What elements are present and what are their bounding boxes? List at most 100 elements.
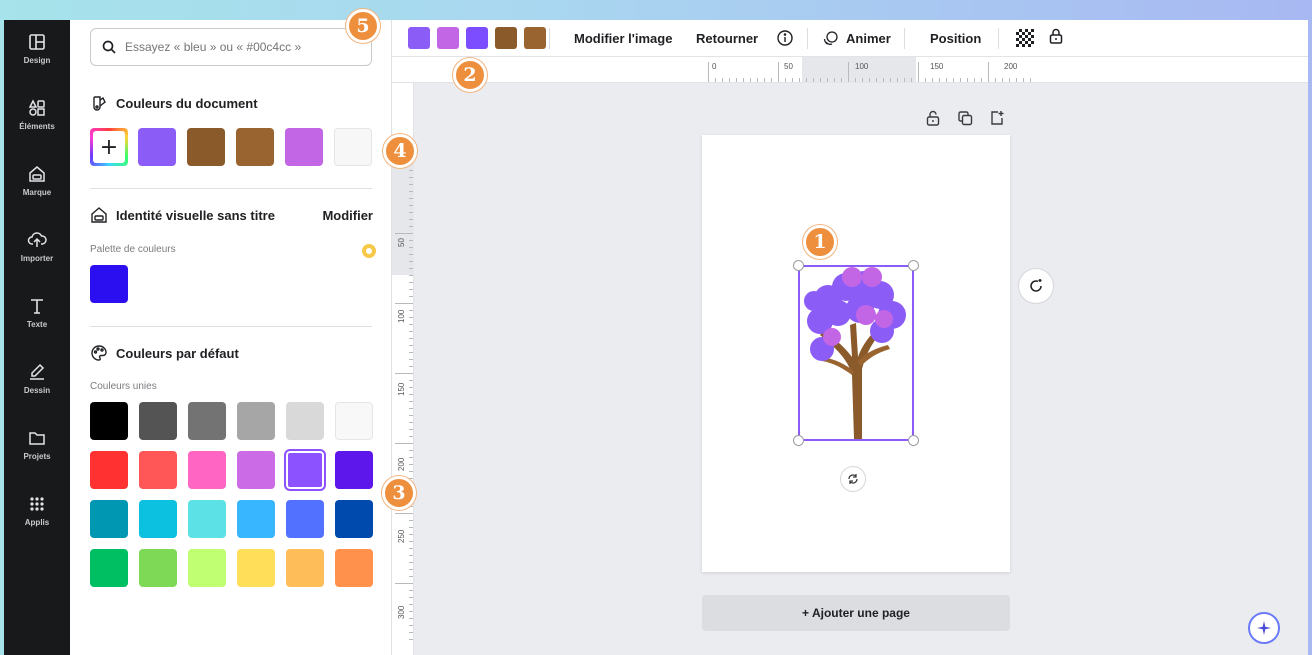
color-swatch[interactable] [138,128,176,166]
ruler-label: 100 [397,309,406,323]
ruler-tick [806,78,807,82]
color-swatch[interactable] [90,265,128,303]
unlock-icon[interactable] [924,109,942,127]
color-search[interactable] [90,28,372,66]
rail-item-upload[interactable]: Importer [4,218,70,274]
ai-edit-button[interactable] [1018,268,1054,304]
ruler-tick [395,513,413,514]
ruler-tick [409,268,413,269]
resize-handle[interactable] [908,435,919,446]
transparency-icon[interactable] [1016,29,1034,47]
ruler-tick [409,205,413,206]
color-swatch[interactable] [335,402,373,440]
divider [807,28,808,49]
ruler-tick [409,219,413,220]
ruler-tick [409,618,413,619]
resize-handle[interactable] [793,435,804,446]
ruler-tick [409,261,413,262]
ruler-label: 150 [397,382,406,396]
color-swatch[interactable] [90,500,128,538]
resize-handle[interactable] [908,260,919,271]
ruler-tick [409,527,413,528]
brand-modify-link[interactable]: Modifier [322,208,373,223]
toolbar-color-swatch[interactable] [437,27,459,49]
ruler-tick [827,78,828,82]
color-swatch[interactable] [237,451,275,489]
info-icon[interactable] [776,29,794,47]
ruler-tick [409,569,413,570]
ruler-tick [409,415,413,416]
animate-icon [823,31,838,45]
color-swatch[interactable] [139,402,177,440]
rail-item-draw[interactable]: Dessin [4,350,70,406]
ruler-label: 250 [397,529,406,543]
color-swatch[interactable] [90,549,128,587]
toolbar-color-swatch[interactable] [524,27,546,49]
ruler-label: 100 [855,62,869,71]
lock-icon[interactable] [1047,27,1065,45]
color-swatch[interactable] [286,500,324,538]
rail-item-label: Design [23,55,51,65]
folder-icon [29,431,45,445]
doc-colors-label: Couleurs du document [116,95,258,111]
color-swatch[interactable] [335,549,373,587]
color-swatch[interactable] [187,128,225,166]
add-page-button[interactable]: + Ajouter une page [702,595,1010,631]
ruler-tick [799,78,800,82]
color-swatch[interactable] [90,402,128,440]
color-swatch[interactable] [188,500,226,538]
duplicate-icon[interactable] [956,109,974,127]
color-swatch[interactable] [237,549,275,587]
ruler-tick [715,78,716,82]
rail-item-design[interactable]: Design [4,20,70,76]
ruler-tick [764,78,765,82]
color-swatch[interactable] [335,451,373,489]
ruler-tick [409,191,413,192]
rail-item-projects[interactable]: Projets [4,416,70,472]
toolbar-color-swatch[interactable] [408,27,430,49]
color-swatch[interactable] [90,451,128,489]
color-swatch[interactable] [286,402,324,440]
color-swatch[interactable] [188,451,226,489]
toolbar-color-swatch[interactable] [495,27,517,49]
color-swatch[interactable] [285,128,323,166]
magic-assistant-button[interactable] [1248,612,1280,644]
tree-image[interactable] [798,265,914,441]
add-page-icon[interactable] [988,109,1006,127]
rail-item-apps[interactable]: Applis [4,482,70,538]
position-button[interactable]: Position [930,20,981,57]
rotate-icon [848,474,858,484]
color-swatch[interactable] [139,549,177,587]
color-swatch[interactable] [335,500,373,538]
search-input[interactable] [125,40,365,54]
resize-handle[interactable] [793,260,804,271]
rotate-handle[interactable] [840,466,866,492]
color-swatch[interactable] [334,128,372,166]
app-window: Design Éléments Marque Importer Texte De… [4,20,1308,655]
color-swatch[interactable] [139,500,177,538]
add-color-button[interactable]: + [90,128,128,166]
flip-button[interactable]: Retourner [696,20,758,57]
vertical-ruler: 50 100 150 200 250 300 [392,83,414,655]
animate-button[interactable]: Animer [846,20,891,57]
ruler-tick [409,310,413,311]
color-swatch[interactable] [286,549,324,587]
rail-item-text[interactable]: Texte [4,284,70,340]
color-swatch[interactable] [237,402,275,440]
top-toolbar: Modifier l'image Retourner Animer Positi… [392,20,1308,57]
ruler-tick [820,78,821,82]
color-swatch[interactable] [188,549,226,587]
rail-item-brand[interactable]: Marque [4,152,70,208]
color-swatch[interactable] [284,449,326,491]
color-swatch[interactable] [188,402,226,440]
color-swatch[interactable] [139,451,177,489]
color-swatch[interactable] [237,500,275,538]
rail-item-elements[interactable]: Éléments [4,86,70,142]
ruler-tick [409,534,413,535]
toolbar-color-swatch[interactable] [466,27,488,49]
ruler-tick [834,78,835,82]
ruler-tick [813,78,814,82]
color-swatch[interactable] [236,128,274,166]
edit-image-button[interactable]: Modifier l'image [574,20,672,57]
design-page[interactable] [702,135,1010,572]
